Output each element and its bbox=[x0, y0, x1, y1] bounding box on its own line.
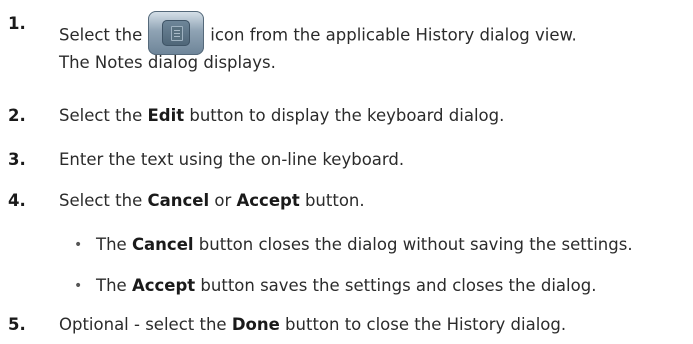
step-number: 4. bbox=[8, 191, 26, 210]
done-button-label: Done bbox=[231, 315, 280, 334]
step-text: Select the bbox=[59, 25, 143, 45]
procedure-document: 1. Select the icon from the applicable Hi… bbox=[0, 0, 693, 344]
bullet-text: button saves the settings and closes the… bbox=[195, 276, 597, 295]
step-text: Optional - select the bbox=[59, 315, 232, 334]
accept-button-label: Accept bbox=[131, 276, 196, 295]
step-number: 2. bbox=[8, 106, 26, 125]
step-number: 1. bbox=[8, 14, 26, 33]
step-text: button to close the History dialog. bbox=[279, 315, 567, 334]
step-text: Select the bbox=[59, 191, 148, 210]
step-text: button to display the keyboard dialog. bbox=[184, 106, 505, 125]
notes-icon[interactable] bbox=[148, 11, 205, 55]
bullet-text: The bbox=[96, 235, 132, 254]
step-result-text: The Notes dialog displays. bbox=[59, 53, 276, 72]
bullet-text: button closes the dialog without saving … bbox=[193, 235, 633, 254]
step-number: 3. bbox=[8, 150, 26, 169]
edit-button-label: Edit bbox=[147, 106, 185, 125]
step-text: Enter the text using the on-line keyboar… bbox=[59, 150, 405, 169]
bullet-symbol: • bbox=[74, 278, 83, 294]
step-text: button. bbox=[299, 191, 365, 210]
bullet-symbol: • bbox=[74, 237, 83, 253]
step-text: Select the bbox=[59, 106, 148, 125]
bullet-text: The bbox=[96, 276, 132, 295]
step-number: 5. bbox=[8, 315, 26, 334]
step-text: or bbox=[209, 191, 237, 210]
step-text: icon from the applicable History dialog … bbox=[210, 25, 577, 45]
accept-button-label: Accept bbox=[236, 191, 300, 210]
cancel-button-label: Cancel bbox=[147, 191, 210, 210]
cancel-button-label: Cancel bbox=[131, 235, 194, 254]
